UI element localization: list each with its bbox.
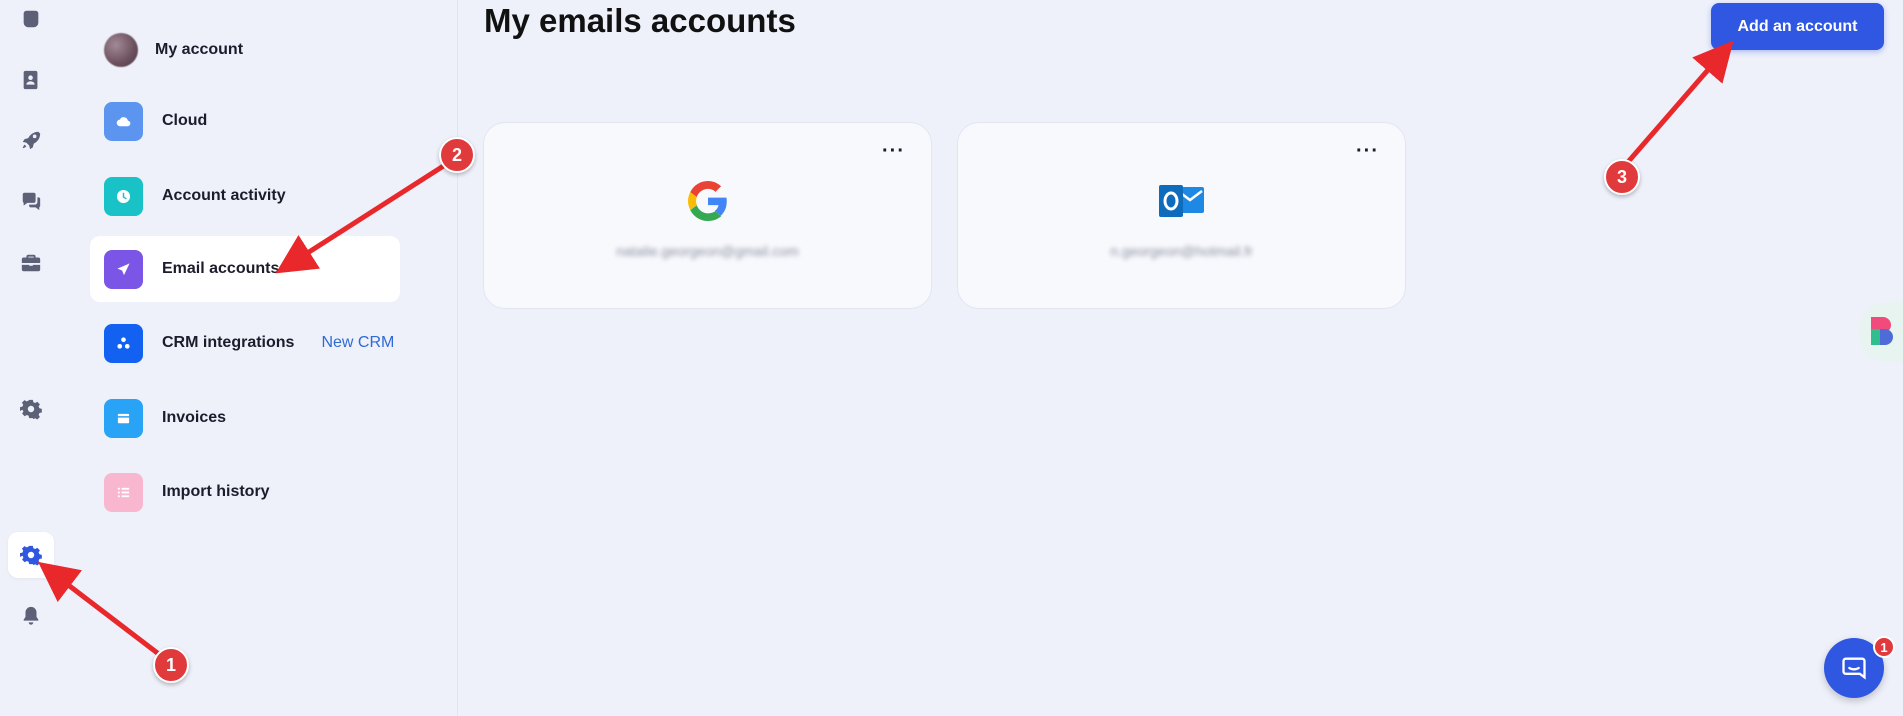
menu-item-label: Account activity bbox=[162, 187, 286, 204]
menu-item-email-accounts[interactable]: Email accounts bbox=[90, 236, 400, 302]
briefcase-icon bbox=[21, 254, 41, 272]
gear-icon bbox=[20, 545, 42, 566]
menu-item-label: My account bbox=[155, 41, 244, 58]
menu-item-label: Cloud bbox=[162, 112, 208, 129]
rail-notifications-button[interactable] bbox=[8, 593, 54, 639]
email-account-card-google[interactable]: ··· natalie.georgeon@gmail.com bbox=[483, 122, 932, 309]
rail-campaigns-button[interactable] bbox=[8, 117, 54, 163]
annotation-marker: 3 bbox=[1604, 159, 1640, 195]
menu-item-my-account[interactable]: My account bbox=[90, 17, 400, 83]
outlook-icon bbox=[1158, 178, 1205, 224]
annotation-arrow bbox=[1626, 40, 1734, 164]
card-menu-button[interactable]: ··· bbox=[882, 141, 905, 161]
menu-item-cloud[interactable]: Cloud bbox=[90, 88, 400, 154]
rail-home-button[interactable] bbox=[8, 0, 54, 42]
menu-item-label: Email accounts bbox=[162, 260, 280, 277]
settings-menu: My account Cloud Account activity Email … bbox=[62, 0, 458, 716]
rail-contacts-button[interactable] bbox=[8, 57, 54, 103]
annotation-marker: 1 bbox=[153, 647, 189, 683]
extension-logo-icon bbox=[1871, 317, 1893, 345]
rail-tools-button[interactable] bbox=[8, 240, 54, 286]
cloud-icon bbox=[104, 101, 143, 141]
rail-settings-button[interactable] bbox=[8, 386, 54, 432]
crm-icon bbox=[104, 323, 143, 363]
card-menu-button[interactable]: ··· bbox=[1356, 141, 1379, 161]
menu-item-label: CRM integrations bbox=[162, 334, 295, 351]
icon-rail bbox=[0, 0, 62, 716]
contacts-icon bbox=[23, 70, 38, 90]
menu-item-label: Invoices bbox=[162, 409, 227, 426]
rocket-icon bbox=[22, 131, 41, 150]
account-email: n.georgeon@hotmail.fr bbox=[1110, 243, 1253, 259]
menu-item-invoices[interactable]: Invoices bbox=[90, 385, 400, 451]
chat-icon bbox=[22, 192, 41, 211]
chat-bubble-icon bbox=[1842, 657, 1866, 680]
email-account-card-outlook[interactable]: ··· n.georgeon@hotmail.fr bbox=[957, 122, 1406, 309]
send-icon bbox=[104, 249, 143, 289]
card-icon bbox=[104, 398, 143, 438]
rail-account-settings-button[interactable] bbox=[8, 532, 54, 578]
extension-widget[interactable] bbox=[1858, 302, 1903, 362]
home-icon bbox=[23, 10, 39, 28]
clock-icon bbox=[104, 176, 143, 216]
menu-item-label: Import history bbox=[162, 483, 270, 500]
menu-item-account-activity[interactable]: Account activity bbox=[90, 163, 400, 229]
add-account-button[interactable]: Add an account bbox=[1711, 3, 1884, 50]
annotation-marker: 2 bbox=[439, 137, 475, 173]
account-email: natalie.georgeon@gmail.com bbox=[616, 243, 799, 259]
page-title: My emails accounts bbox=[484, 2, 796, 39]
gear-icon bbox=[20, 399, 42, 420]
avatar bbox=[104, 33, 138, 67]
menu-item-import-history[interactable]: Import history bbox=[90, 459, 400, 525]
menu-item-crm-integrations[interactable]: CRM integrations New CRM bbox=[90, 310, 400, 376]
bell-icon bbox=[23, 606, 39, 625]
new-crm-link[interactable]: New CRM bbox=[321, 334, 394, 352]
google-icon bbox=[685, 178, 731, 224]
rail-inbox-button[interactable] bbox=[8, 178, 54, 224]
list-icon bbox=[104, 472, 143, 512]
chat-unread-badge: 1 bbox=[1873, 636, 1895, 658]
